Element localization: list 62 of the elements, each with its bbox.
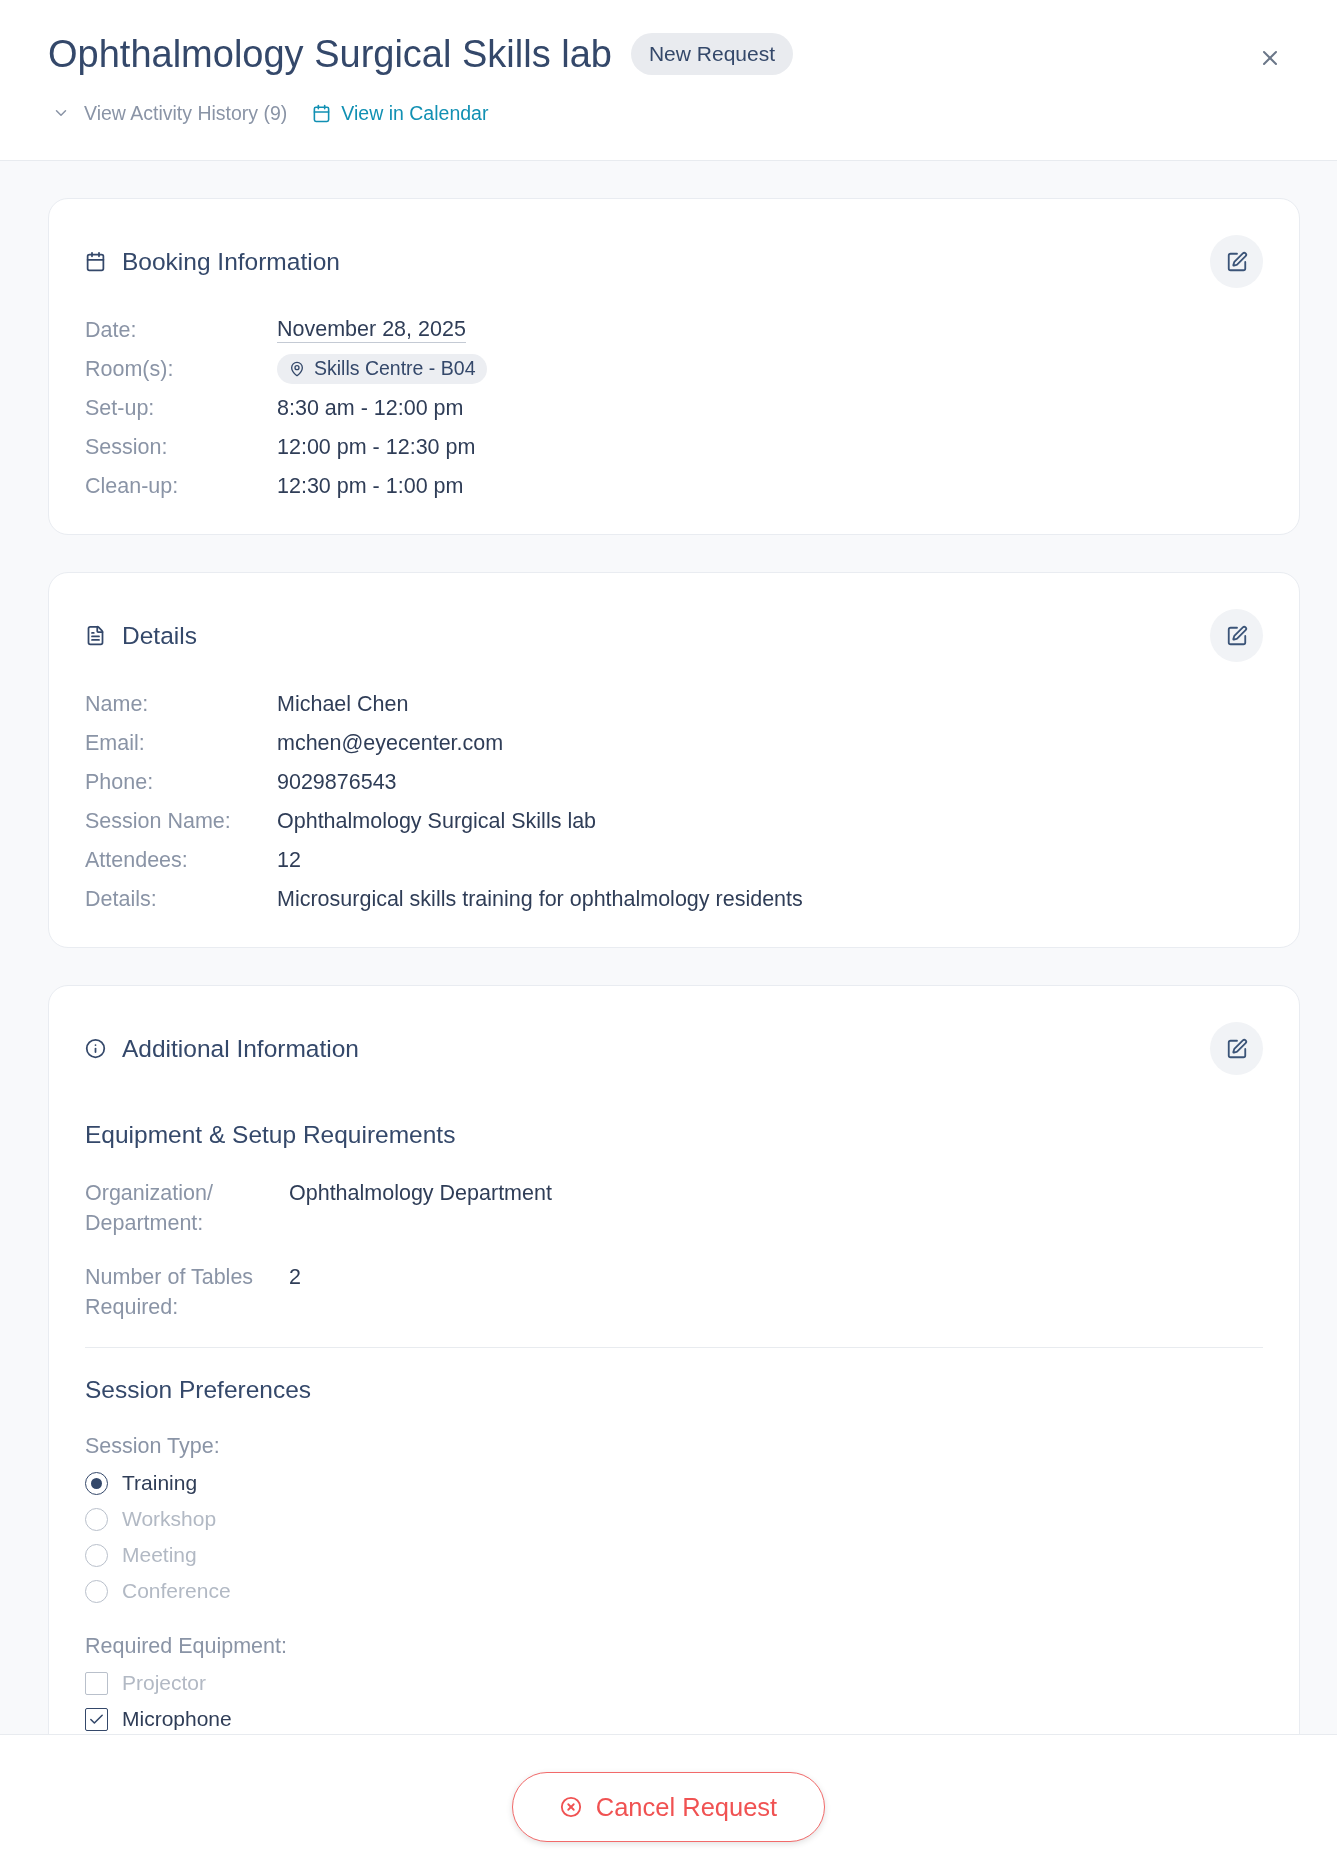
field-value: Microsurgical skills training for ophthalmology residents <box>277 885 803 913</box>
group-label: Session Type: <box>85 1433 221 1460</box>
group-label: Required Equipment: <box>85 1633 288 1660</box>
page-title: Ophthalmology Surgical Skills lab <box>48 32 612 76</box>
radio-button[interactable] <box>85 1579 108 1603</box>
card-title: Additional Information <box>122 1034 359 1063</box>
field-label: Date: <box>85 316 138 344</box>
option-label: Microphone <box>122 1707 232 1731</box>
field-value: 12:00 pm - 12:30 pm <box>277 433 476 461</box>
field-value: mchen@eyecenter.com <box>277 729 504 757</box>
field-label: Number of Tables Required: <box>85 1264 255 1321</box>
field-value: 12:30 pm - 1:00 pm <box>277 472 464 500</box>
field-label: Session Name: <box>85 807 232 835</box>
field-label: Name: <box>85 690 150 718</box>
radio-button[interactable] <box>85 1507 108 1531</box>
section-title: Equipment & Setup Requirements <box>85 1120 457 1150</box>
card-title: Details <box>122 621 197 650</box>
edit-icon <box>1225 1037 1248 1060</box>
card-title: Booking Information <box>122 247 340 276</box>
field-label: Organization/ Department: <box>85 1180 214 1237</box>
cancel-icon <box>559 1796 582 1818</box>
field-label: Set-up: <box>85 394 156 422</box>
edit-button[interactable] <box>1210 609 1263 662</box>
option-label: Workshop <box>122 1507 217 1531</box>
field-value: Ophthalmology Surgical Skills lab <box>277 807 597 835</box>
radio-button[interactable] <box>85 1471 108 1495</box>
field-label: Room(s): <box>85 355 175 383</box>
option-label: Meeting <box>122 1543 197 1567</box>
edit-button[interactable] <box>1210 1022 1263 1075</box>
field-value: Michael Chen <box>277 690 409 718</box>
field-value: Ophthalmology Department <box>289 1180 552 1207</box>
radio-button[interactable] <box>85 1543 108 1567</box>
option-label: Training <box>122 1471 198 1495</box>
option-label: Projector <box>122 1671 207 1695</box>
field-value: 8:30 am - 12:00 pm <box>277 394 464 422</box>
date-value[interactable]: November 28, 2025 <box>277 316 466 343</box>
field-label: Phone: <box>85 768 155 796</box>
info-icon <box>85 1038 106 1059</box>
room-name: Skills Centre - B04 <box>314 357 476 380</box>
calendar-icon <box>85 251 106 272</box>
calendar-link[interactable]: View in Calendar <box>312 101 489 125</box>
field-label: Email: <box>85 729 146 757</box>
calendar-icon <box>312 103 332 123</box>
cancel-request-button[interactable]: Cancel Request <box>512 1772 825 1842</box>
field-value: 9029876543 <box>277 768 397 796</box>
field-value: 2 <box>289 1264 301 1291</box>
checkbox[interactable] <box>85 1707 108 1731</box>
field-label: Session: <box>85 433 169 461</box>
map-pin-icon <box>289 360 305 377</box>
edit-icon <box>1225 624 1248 647</box>
option-label: Conference <box>122 1579 231 1603</box>
edit-button[interactable] <box>1210 235 1263 288</box>
field-label: Attendees: <box>85 846 189 874</box>
section-title: Session Preferences <box>85 1375 313 1405</box>
field-label: Details: <box>85 885 158 913</box>
status-badge: New Request <box>630 33 793 75</box>
field-value: 12 <box>277 846 301 874</box>
document-icon <box>85 625 106 646</box>
checkbox[interactable] <box>85 1671 108 1695</box>
calendar-link-label: View in Calendar <box>341 101 489 125</box>
edit-icon <box>1225 250 1248 273</box>
field-label: Clean-up: <box>85 472 180 500</box>
